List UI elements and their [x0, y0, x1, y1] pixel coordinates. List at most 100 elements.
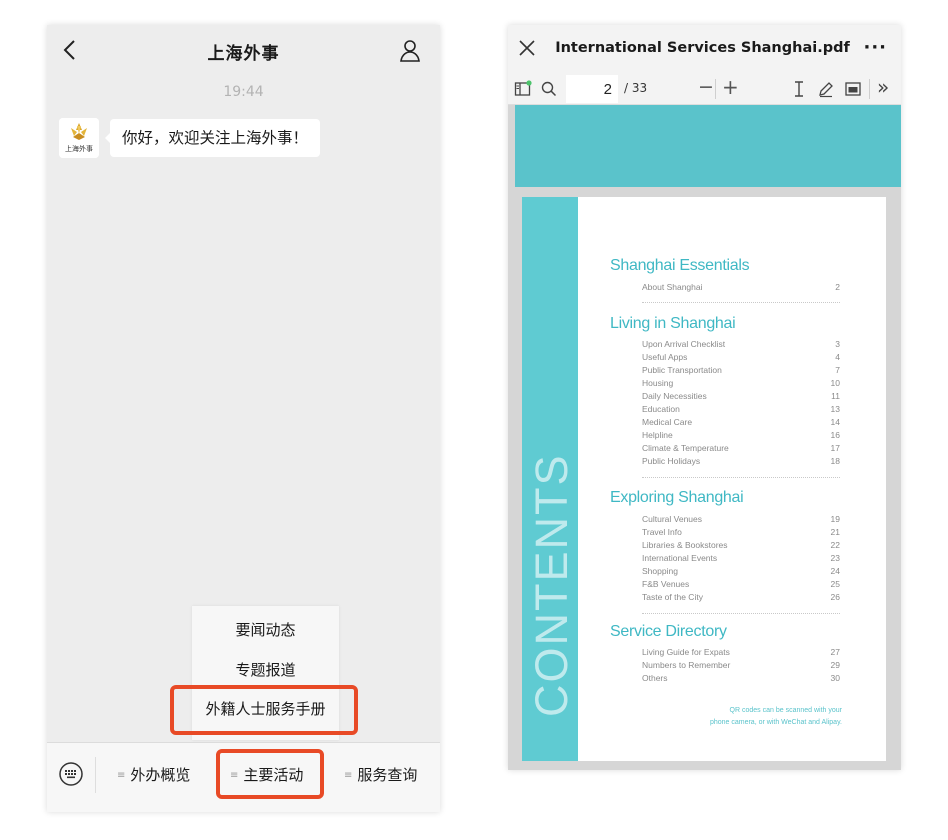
message-timestamp: 19:44 — [223, 84, 264, 100]
toc-label: International Events — [642, 553, 718, 563]
toc-row[interactable]: Public Transportation 7 — [642, 364, 840, 377]
toc-row[interactable]: Climate & Temperature 17 — [642, 442, 840, 455]
toc-row[interactable]: Housing 10 — [642, 377, 840, 390]
toc-page: 29 — [830, 660, 840, 670]
toc-row[interactable]: Useful Apps 4 — [642, 351, 840, 364]
toc-label: Housing — [642, 378, 674, 388]
toc-section-title[interactable]: Service Directory — [610, 623, 727, 641]
contents-strip: CONTENTS — [522, 197, 578, 761]
toc-row[interactable]: Education 13 — [642, 403, 840, 416]
menu-tab-office-overview[interactable]: ≡ 外办概览 — [117, 764, 190, 785]
toc-label: Cultural Venues — [642, 514, 703, 524]
toc-row[interactable]: Medical Care 14 — [642, 416, 840, 429]
zoom-out-button[interactable]: − — [698, 76, 714, 98]
menu-lines-icon: ≡ — [344, 770, 353, 781]
toc-page: 24 — [830, 566, 840, 576]
profile-icon[interactable] — [398, 38, 422, 64]
qr-note-line: phone camera, or with WeChat and Alipay. — [709, 719, 842, 726]
toc-page: 3 — [835, 339, 840, 349]
text-cursor-icon[interactable] — [790, 80, 808, 98]
toc-row[interactable]: Daily Necessities 11 — [642, 390, 840, 403]
toc-section-title[interactable]: Living in Shanghai — [610, 315, 736, 333]
toc-label: Travel Info — [642, 527, 682, 537]
toc-row[interactable]: Helpline 16 — [642, 429, 840, 442]
toc-row[interactable]: F&B Venues 25 — [642, 578, 840, 591]
submenu-item-news[interactable]: 要闻动态 — [192, 619, 339, 640]
menu-tab-label: 外办概览 — [130, 766, 191, 784]
toc-label: F&B Venues — [642, 579, 690, 589]
image-icon[interactable] — [844, 80, 862, 98]
toc-page: 26 — [830, 592, 840, 602]
page-total: / 33 — [624, 81, 648, 95]
qr-note-line: QR codes can be scanned with your — [729, 707, 842, 714]
toc-label: Helpline — [642, 430, 673, 440]
flower-logo-icon: 上海外事 — [59, 118, 99, 158]
close-icon[interactable] — [517, 38, 537, 58]
toc-label: Shopping — [642, 566, 678, 576]
more-tools-icon[interactable]: » — [877, 75, 889, 99]
toc-label: Living Guide for Expats — [642, 647, 730, 657]
toc-row[interactable]: Public Holidays 18 — [642, 455, 840, 468]
toc-label: Medical Care — [642, 417, 693, 427]
toc-label: Taste of the City — [642, 592, 703, 602]
toc-row[interactable]: Upon Arrival Checklist 3 — [642, 338, 840, 351]
toc-label: Climate & Temperature — [642, 443, 729, 453]
toc-page: 16 — [830, 430, 840, 440]
toc-row[interactable]: Living Guide for Expats 27 — [642, 646, 840, 659]
toc-row[interactable]: Cultural Venues 19 — [642, 513, 840, 526]
chat-header: 上海外事 — [47, 25, 440, 77]
toc-row[interactable]: Others 30 — [642, 672, 840, 685]
toc-page: 30 — [830, 673, 840, 683]
menu-tab-service-query[interactable]: ≡ 服务查询 — [344, 764, 417, 785]
pdf-page: CONTENTS Shanghai Essentials About Shang… — [522, 197, 886, 761]
account-avatar[interactable]: 上海外事 — [59, 118, 99, 158]
highlight-box-main-activities — [216, 749, 324, 799]
toc-label: Education — [642, 404, 680, 414]
toc-page: 17 — [830, 443, 840, 453]
toc-row[interactable]: About Shanghai 2 — [642, 281, 840, 294]
toc-page: 27 — [830, 647, 840, 657]
toc-page: 10 — [830, 378, 840, 388]
toc-label: About Shanghai — [642, 282, 703, 292]
toc-label: Public Holidays — [642, 456, 701, 466]
highlight-box-handbook — [170, 685, 358, 735]
more-options-icon[interactable]: ··· — [863, 37, 887, 58]
chat-title: 上海外事 — [207, 44, 280, 64]
toc-page: 13 — [830, 404, 840, 414]
toc-row[interactable]: Libraries & Bookstores 22 — [642, 539, 840, 552]
toc-page: 23 — [830, 553, 840, 563]
menu-divider — [95, 757, 96, 793]
toc-row[interactable]: Numbers to Remember 29 — [642, 659, 840, 672]
toc-page: 7 — [835, 365, 840, 375]
sidebar-toggle-icon[interactable] — [514, 80, 532, 98]
keyboard-toggle-icon[interactable] — [57, 760, 85, 788]
toc-row[interactable]: Taste of the City 26 — [642, 591, 840, 604]
search-icon[interactable] — [540, 80, 558, 98]
toc-page: 11 — [831, 391, 840, 401]
toc-page: 19 — [830, 514, 840, 524]
welcome-message-bubble[interactable]: 你好，欢迎关注上海外事！ — [104, 119, 321, 157]
toc-row[interactable]: International Events 23 — [642, 552, 840, 565]
toc-label: Daily Necessities — [642, 391, 707, 401]
toc-label: Libraries & Bookstores — [642, 540, 728, 550]
zoom-in-button[interactable]: + — [722, 75, 739, 99]
submenu-item-features[interactable]: 专题报道 — [192, 659, 339, 680]
toc-page: 18 — [830, 456, 840, 466]
toc-label: Useful Apps — [642, 352, 688, 362]
pen-icon[interactable] — [817, 80, 835, 98]
toc-page: 4 — [835, 352, 840, 362]
toc-label: Others — [642, 673, 668, 683]
toc-section-title[interactable]: Shanghai Essentials — [610, 257, 750, 275]
toc-page: 2 — [835, 282, 840, 292]
toc-page: 22 — [830, 540, 840, 550]
toc-row[interactable]: Travel Info 21 — [642, 526, 840, 539]
menu-tab-label: 服务查询 — [357, 766, 418, 784]
toc-row[interactable]: Shopping 24 — [642, 565, 840, 578]
page-number-input[interactable] — [566, 75, 618, 103]
toc-label: Public Transportation — [642, 365, 722, 375]
toc-page: 25 — [830, 579, 840, 589]
toc-section-title[interactable]: Exploring Shanghai — [610, 489, 744, 507]
toolbar-divider — [869, 79, 870, 99]
pdf-viewer-screen: International Services Shanghai.pdf ··· … — [508, 25, 901, 770]
toolbar-divider — [715, 79, 716, 99]
